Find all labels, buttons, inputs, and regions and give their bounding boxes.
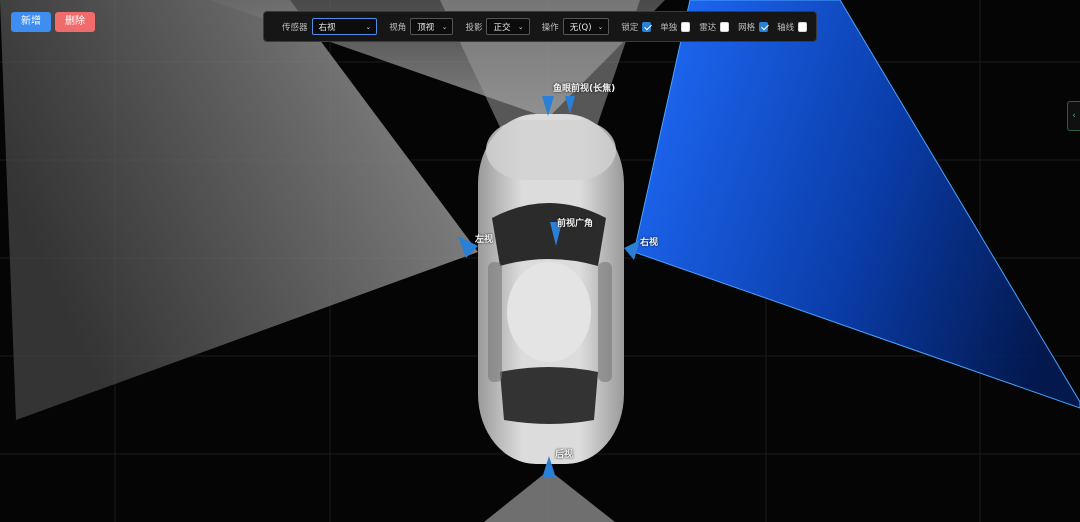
delete-button[interactable]: 删除 <box>55 12 95 32</box>
sensor-label: 传感器 <box>282 22 308 33</box>
grid-label: 网格 <box>738 22 756 33</box>
chevron-down-icon: ⌄ <box>517 22 524 31</box>
view-select-value: 顶视 <box>417 22 435 33</box>
chevron-left-icon: ‹ <box>1072 111 1076 121</box>
view-select[interactable]: 顶视 ⌄ <box>410 18 454 35</box>
frustum-right <box>633 0 1080 409</box>
axis-label: 轴线 <box>777 22 795 33</box>
solo-label: 单独 <box>660 22 678 33</box>
add-button[interactable]: 新增 <box>11 12 51 32</box>
projection-select[interactable]: 正交 ⌄ <box>486 18 530 35</box>
operation-label: 操作 <box>541 22 559 33</box>
projection-select-value: 正交 <box>493 22 511 33</box>
chevron-down-icon: ⌄ <box>597 22 604 31</box>
sensor-select[interactable]: 右视 ⌄ <box>311 18 378 35</box>
viewport-3d[interactable] <box>0 0 1080 522</box>
side-panel-toggle[interactable]: ‹ <box>1067 101 1080 131</box>
operation-select-value: 无(Q) <box>569 22 592 33</box>
solo-checkbox[interactable] <box>681 21 691 32</box>
grid-checkbox[interactable] <box>759 21 769 32</box>
chevron-down-icon: ⌄ <box>441 22 448 31</box>
label-front-wide: 前视广角 <box>557 219 594 229</box>
view-label: 视角 <box>389 22 407 33</box>
car-model[interactable] <box>478 114 624 464</box>
toolbar: 传感器 右视 ⌄ 视角 顶视 ⌄ 投影 正交 ⌄ 操作 无(Q) ⌄ 锁定 单独… <box>263 11 817 42</box>
projection-label: 投影 <box>465 22 483 33</box>
label-front-fisheye: 鱼眼前视(长焦) <box>553 84 616 94</box>
chevron-down-icon: ⌄ <box>365 22 372 31</box>
axis-checkbox[interactable] <box>798 21 807 32</box>
label-left: 左视 <box>475 235 494 245</box>
radar-checkbox[interactable] <box>720 21 730 32</box>
operation-select[interactable]: 无(Q) ⌄ <box>562 18 610 35</box>
label-rear: 后视 <box>555 450 574 460</box>
label-right: 右视 <box>640 238 659 248</box>
lock-checkbox[interactable] <box>642 21 652 32</box>
radar-label: 雷达 <box>699 22 717 33</box>
lock-label: 锁定 <box>621 22 639 33</box>
sensor-select-value: 右视 <box>318 22 336 33</box>
